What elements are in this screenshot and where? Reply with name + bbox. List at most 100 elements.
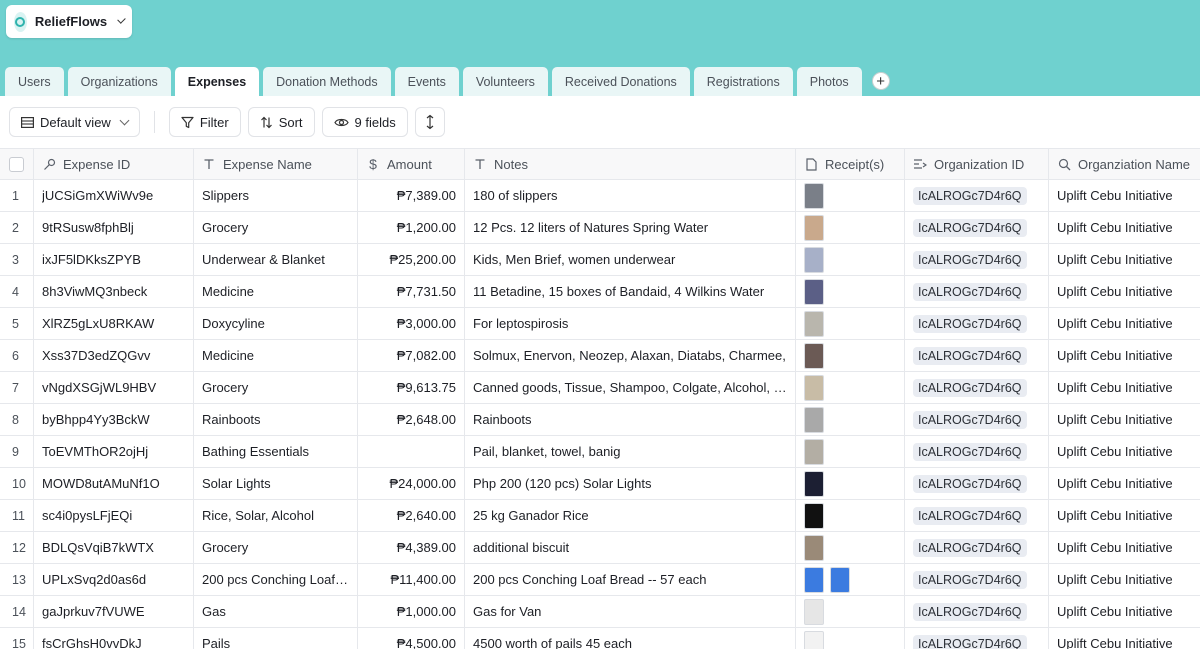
amount-cell[interactable]: ₱24,000.00 — [358, 468, 465, 499]
tab-events[interactable]: Events — [394, 67, 459, 96]
organization-id-cell[interactable]: IcALROGc7D4r6Q — [905, 404, 1049, 435]
amount-cell[interactable]: ₱11,400.00 — [358, 564, 465, 595]
base-switcher[interactable]: ReliefFlows — [6, 5, 132, 38]
organization-id-cell[interactable]: IcALROGc7D4r6Q — [905, 564, 1049, 595]
receipt-thumbnail[interactable] — [804, 470, 824, 497]
amount-cell[interactable] — [358, 436, 465, 467]
linked-record-pill[interactable]: IcALROGc7D4r6Q — [913, 506, 1027, 525]
expense-id-cell[interactable]: jUCSiGmXWiWv9e — [34, 180, 194, 211]
expense-id-cell[interactable]: 9tRSusw8fphBlj — [34, 212, 194, 243]
organization-id-cell[interactable]: IcALROGc7D4r6Q — [905, 308, 1049, 339]
expense-name-cell[interactable]: 200 pcs Conching Loaf Bread — [194, 564, 358, 595]
receipts-cell[interactable] — [796, 212, 905, 243]
linked-record-pill[interactable]: IcALROGc7D4r6Q — [913, 186, 1027, 205]
expense-id-cell[interactable]: BDLQsVqiB7kWTX — [34, 532, 194, 563]
expense-name-cell[interactable]: Grocery — [194, 372, 358, 403]
receipts-cell[interactable] — [796, 500, 905, 531]
table-row[interactable]: 4 8h3ViwMQ3nbeck Medicine ₱7,731.50 11 Betad… — [0, 276, 1200, 308]
organization-name-cell[interactable]: Uplift Cebu Initiative — [1049, 628, 1200, 649]
select-all-checkbox[interactable] — [9, 156, 24, 172]
receipts-cell[interactable] — [796, 276, 905, 307]
receipt-thumbnail[interactable] — [804, 246, 824, 273]
table-row[interactable]: 3 ixJF5lDKksZPYB Underwear & Blanket ₱25,20… — [0, 244, 1200, 276]
notes-cell[interactable]: 180 of slippers — [465, 180, 796, 211]
row-height-button[interactable] — [414, 107, 445, 137]
tab-received-donations[interactable]: Received Donations — [551, 67, 690, 96]
table-row[interactable]: 2 9tRSusw8fphBlj Grocery ₱1,200.00 12 Pcs. 1… — [0, 212, 1200, 244]
receipts-cell[interactable] — [796, 628, 905, 649]
table-row[interactable]: 1 jUCSiGmXWiWv9e Slippers ₱7,389.00 180 of s… — [0, 180, 1200, 212]
notes-cell[interactable]: Rainboots — [465, 404, 796, 435]
tab-volunteers[interactable]: Volunteers — [462, 67, 548, 96]
receipts-cell[interactable] — [796, 308, 905, 339]
organization-id-cell[interactable]: IcALROGc7D4r6Q — [905, 596, 1049, 627]
receipts-cell[interactable] — [796, 340, 905, 371]
notes-cell[interactable]: 11 Betadine, 15 boxes of Bandaid, 4 Wilk… — [465, 276, 796, 307]
expense-name-cell[interactable]: Slippers — [194, 180, 358, 211]
tab-registrations[interactable]: Registrations — [693, 67, 793, 96]
amount-cell[interactable]: ₱2,648.00 — [358, 404, 465, 435]
expense-name-cell[interactable]: Rainboots — [194, 404, 358, 435]
receipts-cell[interactable] — [796, 372, 905, 403]
receipt-thumbnail[interactable] — [804, 214, 824, 241]
receipts-cell[interactable] — [796, 564, 905, 595]
column-header-expense-id[interactable]: Expense ID — [34, 149, 194, 179]
organization-id-cell[interactable]: IcALROGc7D4r6Q — [905, 532, 1049, 563]
organization-name-cell[interactable]: Uplift Cebu Initiative — [1049, 276, 1200, 307]
organization-name-cell[interactable]: Uplift Cebu Initiative — [1049, 340, 1200, 371]
linked-record-pill[interactable]: IcALROGc7D4r6Q — [913, 474, 1027, 493]
organization-id-cell[interactable]: IcALROGc7D4r6Q — [905, 628, 1049, 649]
receipt-thumbnail[interactable] — [804, 406, 824, 433]
expense-name-cell[interactable]: Rice, Solar, Alcohol — [194, 500, 358, 531]
linked-record-pill[interactable]: IcALROGc7D4r6Q — [913, 250, 1027, 269]
receipt-thumbnail[interactable] — [804, 342, 824, 369]
linked-record-pill[interactable]: IcALROGc7D4r6Q — [913, 442, 1027, 461]
table-row[interactable]: 5 XlRZ5gLxU8RKAW Doxycyline ₱3,000.00 For le… — [0, 308, 1200, 340]
column-header-expense-name[interactable]: Expense Name — [194, 149, 358, 179]
column-header-receipt-s-[interactable]: Receipt(s) — [796, 149, 905, 179]
notes-cell[interactable]: Pail, blanket, towel, banig — [465, 436, 796, 467]
expense-id-cell[interactable]: fsCrGhsH0vvDkJ — [34, 628, 194, 649]
expense-name-cell[interactable]: Medicine — [194, 276, 358, 307]
organization-id-cell[interactable]: IcALROGc7D4r6Q — [905, 212, 1049, 243]
amount-cell[interactable]: ₱7,731.50 — [358, 276, 465, 307]
linked-record-pill[interactable]: IcALROGc7D4r6Q — [913, 218, 1027, 237]
receipts-cell[interactable] — [796, 180, 905, 211]
view-switcher-button[interactable]: Default view — [9, 107, 140, 137]
amount-cell[interactable]: ₱4,500.00 — [358, 628, 465, 649]
column-header-organization-id[interactable]: Organization ID — [905, 149, 1049, 179]
organization-name-cell[interactable]: Uplift Cebu Initiative — [1049, 468, 1200, 499]
organization-name-cell[interactable]: Uplift Cebu Initiative — [1049, 308, 1200, 339]
amount-cell[interactable]: ₱1,000.00 — [358, 596, 465, 627]
receipt-thumbnail[interactable] — [804, 278, 824, 305]
expense-id-cell[interactable]: vNgdXSGjWL9HBV — [34, 372, 194, 403]
column-header-notes[interactable]: Notes — [465, 149, 796, 179]
tab-photos[interactable]: Photos — [796, 67, 862, 96]
organization-id-cell[interactable]: IcALROGc7D4r6Q — [905, 436, 1049, 467]
amount-cell[interactable]: ₱1,200.00 — [358, 212, 465, 243]
receipts-cell[interactable] — [796, 436, 905, 467]
notes-cell[interactable]: Solmux, Enervon, Neozep, Alaxan, Diatabs… — [465, 340, 796, 371]
organization-name-cell[interactable]: Uplift Cebu Initiative — [1049, 180, 1200, 211]
filter-button[interactable]: Filter — [168, 107, 241, 137]
organization-id-cell[interactable]: IcALROGc7D4r6Q — [905, 468, 1049, 499]
expense-name-cell[interactable]: Underwear & Blanket — [194, 244, 358, 275]
notes-cell[interactable]: 25 kg Ganador Rice — [465, 500, 796, 531]
linked-record-pill[interactable]: IcALROGc7D4r6Q — [913, 602, 1027, 621]
table-row[interactable]: 9 ToEVMThOR2ojHj Bathing Essentials Pail, b… — [0, 436, 1200, 468]
organization-name-cell[interactable]: Uplift Cebu Initiative — [1049, 596, 1200, 627]
notes-cell[interactable]: Php 200 (120 pcs) Solar Lights — [465, 468, 796, 499]
receipt-thumbnail[interactable] — [804, 566, 824, 593]
amount-cell[interactable]: ₱7,389.00 — [358, 180, 465, 211]
table-row[interactable]: 11 sc4i0pysLFjEQi Rice, Solar, Alcohol ₱2,6… — [0, 500, 1200, 532]
amount-cell[interactable]: ₱7,082.00 — [358, 340, 465, 371]
linked-record-pill[interactable]: IcALROGc7D4r6Q — [913, 410, 1027, 429]
expense-id-cell[interactable]: ixJF5lDKksZPYB — [34, 244, 194, 275]
organization-id-cell[interactable]: IcALROGc7D4r6Q — [905, 340, 1049, 371]
linked-record-pill[interactable]: IcALROGc7D4r6Q — [913, 346, 1027, 365]
expense-name-cell[interactable]: Pails — [194, 628, 358, 649]
linked-record-pill[interactable]: IcALROGc7D4r6Q — [913, 634, 1027, 649]
receipt-thumbnail[interactable] — [804, 534, 824, 561]
tab-expenses[interactable]: Expenses — [174, 67, 260, 96]
organization-name-cell[interactable]: Uplift Cebu Initiative — [1049, 372, 1200, 403]
